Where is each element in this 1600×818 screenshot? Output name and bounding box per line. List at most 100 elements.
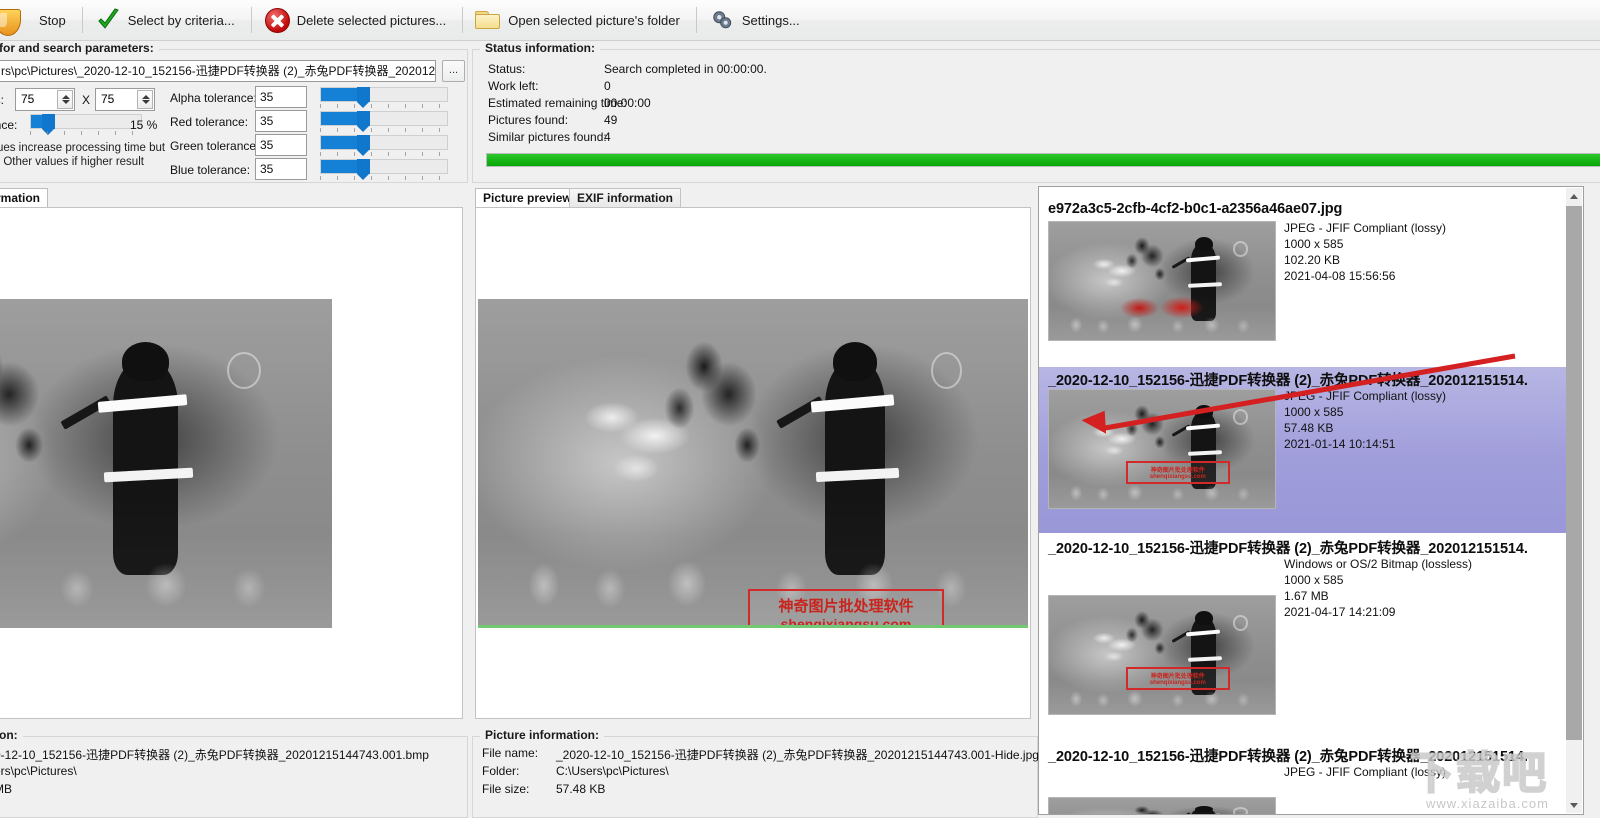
tolerance-slider-ticks-1 bbox=[320, 127, 448, 133]
center-preview-watermark: 神奇图片批处理软件 shenqixiangsu.com bbox=[748, 589, 944, 628]
scroll-up-button[interactable] bbox=[1566, 188, 1582, 204]
status-value-3: 49 bbox=[604, 113, 618, 127]
chevron-down-icon bbox=[1570, 803, 1578, 808]
settings-button[interactable]: Settings... bbox=[703, 1, 810, 39]
similar-pictures-results-list[interactable]: e972a3c5-2cfb-4cf2-b0c1-a2356a46ae07.jpg… bbox=[1038, 186, 1584, 815]
tolerance-slider-1[interactable] bbox=[320, 111, 448, 132]
tolerance-input-1[interactable]: 35 bbox=[255, 110, 307, 132]
toolbar-separator bbox=[81, 7, 83, 33]
search-path-input[interactable]: rs\pc\Pictures\_2020-12-10_152156-迅捷PDF转… bbox=[0, 60, 436, 82]
results-scrollbar[interactable] bbox=[1566, 188, 1582, 813]
tab-center-exif-information[interactable]: EXIF information bbox=[569, 188, 681, 208]
result-thumbnail[interactable] bbox=[1048, 797, 1276, 814]
result-format: Windows or OS/2 Bitmap (lossless) bbox=[1284, 557, 1473, 571]
status-label-0: Status: bbox=[488, 62, 526, 76]
tolerance-slider-ticks-0 bbox=[320, 103, 448, 109]
difference-slider[interactable] bbox=[30, 114, 142, 135]
result-thumbnail[interactable] bbox=[1048, 221, 1276, 341]
result-thumbnail[interactable]: 神奇图片批处理软件 shenqixiangsu.com bbox=[1048, 595, 1276, 715]
file-size-value: 57.48 KB bbox=[556, 782, 606, 796]
spinner-arrows-icon[interactable] bbox=[57, 90, 73, 109]
stop-button-label: Stop bbox=[39, 12, 66, 28]
result-file-size: 102.20 KB bbox=[1284, 253, 1341, 267]
dimension-height-stepper[interactable]: 75 bbox=[95, 88, 155, 111]
toolbar-separator bbox=[462, 7, 464, 33]
chevron-up-icon bbox=[1570, 194, 1578, 199]
file-name-value: _2020-12-10_152156-迅捷PDF转换器 (2)_赤兔PDF转换器… bbox=[556, 748, 1039, 762]
picture-information-group: Picture information: File name: _2020-12… bbox=[472, 728, 1039, 818]
center-panel-tabstrip: Picture preview EXIF information bbox=[475, 188, 1035, 208]
result-format: JPEG - JFIF Compliant (lossy) bbox=[1284, 221, 1447, 235]
tolerance-slider-3[interactable] bbox=[320, 159, 448, 180]
spinner-arrows-icon[interactable] bbox=[137, 90, 153, 109]
status-label-1: Work left: bbox=[488, 79, 539, 93]
tolerance-label-3: Blue tolerance: bbox=[170, 163, 251, 177]
file-name-label: File name: bbox=[482, 746, 539, 760]
watermark-line1: 神奇图片批处理软件 bbox=[778, 597, 914, 615]
left-picture-preview[interactable]: 神奇图片批处理软件 shenqixiangsu.com bbox=[0, 299, 332, 628]
result-thumbnail[interactable]: 神奇图片批处理软件 shenqixiangsu.com bbox=[1048, 389, 1276, 509]
main-toolbar: Stop Select by criteria... Delete select… bbox=[0, 0, 1600, 41]
tab-left-exif-information[interactable]: EXIF information bbox=[0, 188, 48, 208]
result-date: 2021-04-17 14:21:09 bbox=[1284, 605, 1396, 619]
delete-selected-pictures-label: Delete selected pictures... bbox=[296, 12, 447, 28]
result-item[interactable]: _2020-12-10_152156-迅捷PDF转换器 (2)_赤兔PDF转换器… bbox=[1039, 743, 1569, 814]
left-file-name-value: 0-12-10_152156-迅捷PDF转换器 (2)_赤兔PDF转换器_202… bbox=[0, 748, 429, 762]
difference-hint-text: alues increase processing time but ts. O… bbox=[0, 142, 166, 168]
delete-selected-pictures-button[interactable]: Delete selected pictures... bbox=[258, 1, 457, 39]
left-file-size-value: MB bbox=[0, 782, 12, 796]
result-dimensions: 1000 x 585 bbox=[1284, 237, 1344, 251]
status-value-0: Search completed in 00:00:00. bbox=[604, 62, 767, 76]
result-title: _2020-12-10_152156-迅捷PDF转换器 (2)_赤兔PDF转换器… bbox=[1048, 749, 1528, 765]
center-picture-preview[interactable]: 神奇图片批处理软件 shenqixiangsu.com bbox=[478, 299, 1028, 628]
tolerance-input-2[interactable]: 35 bbox=[255, 134, 307, 156]
result-item[interactable]: e972a3c5-2cfb-4cf2-b0c1-a2356a46ae07.jpg… bbox=[1039, 199, 1569, 365]
open-picture-folder-label: Open selected picture's folder bbox=[508, 12, 680, 28]
result-date: 2021-01-14 10:14:51 bbox=[1284, 437, 1396, 451]
folder-label: Folder: bbox=[482, 764, 520, 778]
dimension-height-value: 75 bbox=[101, 92, 115, 106]
tolerance-input-0[interactable]: 35 bbox=[255, 86, 307, 108]
toolbar-separator bbox=[695, 7, 697, 33]
dimensions-label: ns: bbox=[0, 93, 5, 107]
green-check-icon bbox=[95, 7, 121, 33]
result-title: _2020-12-10_152156-迅捷PDF转换器 (2)_赤兔PDF转换器… bbox=[1048, 541, 1528, 557]
open-picture-folder-button[interactable]: Open selected picture's folder bbox=[469, 1, 690, 39]
status-value-1: 0 bbox=[604, 79, 611, 93]
result-date: 2021-04-08 15:56:56 bbox=[1284, 269, 1396, 283]
tolerance-input-3[interactable]: 35 bbox=[255, 158, 307, 180]
result-title: e972a3c5-2cfb-4cf2-b0c1-a2356a46ae07.jpg bbox=[1048, 201, 1343, 217]
result-dimensions: 1000 x 585 bbox=[1284, 573, 1344, 587]
tolerance-label-0: Alpha tolerance: bbox=[170, 91, 257, 105]
select-by-criteria-label: Select by criteria... bbox=[127, 12, 235, 28]
status-label-3: Pictures found: bbox=[488, 113, 569, 127]
folder-icon bbox=[475, 7, 501, 33]
tab-picture-preview[interactable]: Picture preview bbox=[475, 188, 580, 208]
difference-slider-ticks bbox=[30, 130, 142, 136]
result-file-size: 57.48 KB bbox=[1284, 421, 1334, 435]
difference-label: ence: bbox=[0, 118, 18, 132]
dimension-width-stepper[interactable]: 75 bbox=[15, 88, 75, 111]
scroll-down-button[interactable] bbox=[1566, 797, 1582, 813]
tolerance-label-1: Red tolerance: bbox=[170, 115, 249, 129]
result-file-size: 1.67 MB bbox=[1284, 589, 1329, 603]
result-item[interactable]: _2020-12-10_152156-迅捷PDF转换器 (2)_赤兔PDF转换器… bbox=[1039, 535, 1569, 741]
tolerance-slider-0[interactable] bbox=[320, 87, 448, 108]
tolerance-slider-ticks-2 bbox=[320, 151, 448, 157]
left-panel-tabstrip: EXIF information bbox=[0, 188, 406, 208]
status-information-group: Status information: Status: Search comple… bbox=[472, 41, 1600, 183]
stop-button[interactable]: Stop bbox=[0, 1, 76, 39]
tolerance-slider-2[interactable] bbox=[320, 135, 448, 156]
tolerance-slider-ticks-3 bbox=[320, 175, 448, 181]
select-by-criteria-button[interactable]: Select by criteria... bbox=[89, 1, 245, 39]
result-format: JPEG - JFIF Compliant (lossy) bbox=[1284, 765, 1447, 779]
left-preview-pane: 神奇图片批处理软件 shenqixiangsu.com bbox=[0, 207, 463, 719]
status-label-4: Similar pictures found: bbox=[488, 130, 607, 144]
browse-button[interactable]: ... bbox=[442, 60, 465, 82]
result-item[interactable]: _2020-12-10_152156-迅捷PDF转换器 (2)_赤兔PDF转换器… bbox=[1039, 367, 1569, 533]
result-title: _2020-12-10_152156-迅捷PDF转换器 (2)_赤兔PDF转换器… bbox=[1048, 373, 1528, 389]
result-dimensions: 1000 x 585 bbox=[1284, 405, 1344, 419]
shield-icon bbox=[0, 7, 32, 36]
scrollbar-thumb[interactable] bbox=[1566, 206, 1582, 740]
gears-icon bbox=[709, 7, 735, 33]
